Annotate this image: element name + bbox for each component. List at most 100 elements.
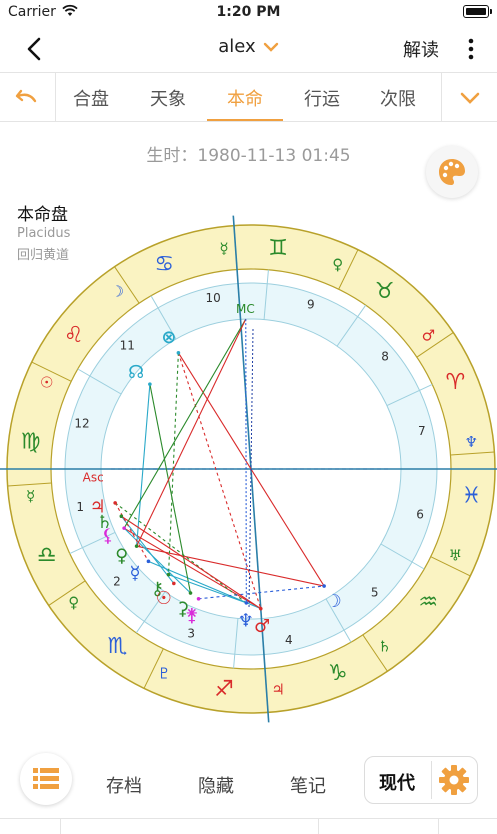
- strip-divider: [438, 819, 439, 834]
- tab-progression[interactable]: 次限: [360, 85, 436, 111]
- zodiac-sign-icon: ♈: [445, 370, 465, 395]
- house-number: 8: [381, 350, 389, 364]
- zodiac-sign-icon: ♎: [37, 543, 57, 568]
- zodiac-sign-icon: ♒: [418, 590, 438, 615]
- ruler-icon: ♄: [378, 637, 391, 655]
- undo-icon: [15, 89, 37, 103]
- zodiac-sign-icon: ♍: [21, 429, 41, 454]
- house-number: 4: [285, 633, 293, 647]
- planet-marker: [146, 559, 151, 564]
- planet-icon: ♀: [115, 546, 128, 567]
- house-number: 3: [187, 626, 195, 640]
- ruler-icon: ☽: [111, 283, 124, 301]
- more-vertical-icon[interactable]: [461, 36, 481, 62]
- birth-time: 生时：1980-11-13 01:45: [146, 146, 351, 166]
- palette-icon: [439, 159, 465, 185]
- planet-icon: ☿: [130, 563, 141, 584]
- profile-name: alex: [218, 36, 256, 57]
- planet-marker: [119, 514, 124, 518]
- tab-natal[interactable]: 本命: [207, 85, 283, 111]
- planet-marker: [148, 382, 152, 386]
- house-number: 1: [76, 500, 84, 514]
- planet-marker: [244, 601, 249, 605]
- zodiac-sign-icon: ♓: [461, 484, 481, 509]
- ruler-icon: ♅: [449, 547, 462, 565]
- tab-synastry[interactable]: 合盘: [53, 85, 129, 111]
- zodiac-sign-icon: ♋: [154, 252, 174, 277]
- planet-icon: ☊: [128, 362, 144, 383]
- planet-marker: [134, 544, 139, 548]
- zodiac-sign-icon: ♊: [268, 236, 288, 261]
- planet-marker: [188, 591, 193, 595]
- tab-transits[interactable]: 行运: [284, 85, 360, 111]
- more-tabs-button[interactable]: [441, 73, 497, 121]
- ruler-icon: ♀: [68, 594, 79, 612]
- archive-button[interactable]: 存档: [106, 772, 142, 798]
- house-number: 6: [416, 507, 424, 521]
- mode-divider: [431, 761, 432, 799]
- planet-icon: ⚵: [185, 605, 198, 626]
- planet-icon: ♆: [238, 610, 254, 631]
- battery-icon: [463, 5, 489, 18]
- planet-marker: [113, 501, 117, 505]
- ruler-icon: ☿: [219, 240, 228, 258]
- ruler-icon: ♃: [271, 680, 284, 698]
- planet-icon: ⊗: [161, 327, 176, 348]
- mode-selector[interactable]: 现代: [364, 756, 478, 804]
- house-number: 7: [418, 424, 426, 438]
- list-button[interactable]: [20, 753, 72, 805]
- strip-divider: [60, 819, 61, 834]
- planet-icon: ♂: [254, 616, 270, 637]
- status-time: 1:20 PM: [216, 4, 281, 20]
- gear-icon[interactable]: [437, 763, 471, 797]
- strip-divider: [318, 819, 319, 834]
- house-number: 10: [205, 291, 220, 305]
- zodiac-sign-icon: ♉: [375, 279, 395, 304]
- list-icon: [33, 768, 59, 789]
- house-number: 12: [74, 417, 89, 431]
- active-tab-indicator: [207, 119, 283, 121]
- planet-icon: ☉: [156, 588, 172, 609]
- zodiac-sign-icon: ♏: [108, 634, 128, 659]
- planet-icon: ⚸: [101, 525, 114, 546]
- zodiac-sign-icon: ♌: [64, 323, 84, 348]
- ruler-icon: ☉: [40, 373, 53, 391]
- planet-icon: ☽: [326, 591, 342, 612]
- asc-label: Asc: [83, 470, 104, 484]
- house-number: 9: [307, 298, 315, 312]
- theme-button[interactable]: [426, 146, 478, 198]
- nav-bar: alex 解读: [0, 26, 497, 72]
- status-bar: Carrier 1:20 PM: [0, 0, 497, 26]
- house-number: 2: [113, 574, 121, 588]
- zodiac-sign-icon: ♑: [328, 661, 348, 686]
- ruler-icon: ♆: [465, 433, 478, 451]
- mc-label: MC: [236, 302, 255, 316]
- house-number: 11: [120, 338, 135, 352]
- battery-tip: [490, 9, 492, 14]
- notes-button[interactable]: 笔记: [290, 772, 326, 798]
- tab-transit-sky[interactable]: 天象: [130, 85, 206, 111]
- planet-marker: [166, 572, 171, 577]
- interpret-button[interactable]: 解读: [403, 36, 439, 62]
- zodiac-sign-icon: ♐: [214, 677, 234, 702]
- planet-marker: [258, 606, 263, 611]
- ruler-icon: ☿: [26, 487, 35, 505]
- planet-marker: [176, 351, 181, 355]
- house-number: 5: [371, 586, 379, 600]
- planet-marker: [322, 584, 326, 588]
- ruler-icon: ♇: [158, 664, 171, 682]
- chevron-down-icon: [263, 42, 278, 52]
- hide-button[interactable]: 隐藏: [198, 772, 234, 798]
- bottom-toolbar: 存档 隐藏 笔记 现代: [0, 748, 497, 818]
- ruler-icon: ♂: [422, 326, 435, 344]
- ruler-icon: ♀: [332, 256, 343, 274]
- planet-marker: [122, 526, 126, 530]
- natal-chart-wheel[interactable]: ♋☽♌☉♍☿♎♀♏♇♐ ♃♑♄♒♅♓♆♈♂♉♀♊☿123 456789101112M…: [0, 210, 497, 730]
- bottom-strip: [0, 818, 497, 834]
- planet-marker: [196, 597, 201, 601]
- mode-label: 现代: [379, 773, 415, 794]
- chevron-down-icon: [460, 92, 480, 104]
- undo-button[interactable]: [0, 73, 56, 121]
- chart-type-tabs: 合盘 天象 本命 行运 次限: [0, 72, 497, 122]
- planet-marker: [172, 581, 176, 586]
